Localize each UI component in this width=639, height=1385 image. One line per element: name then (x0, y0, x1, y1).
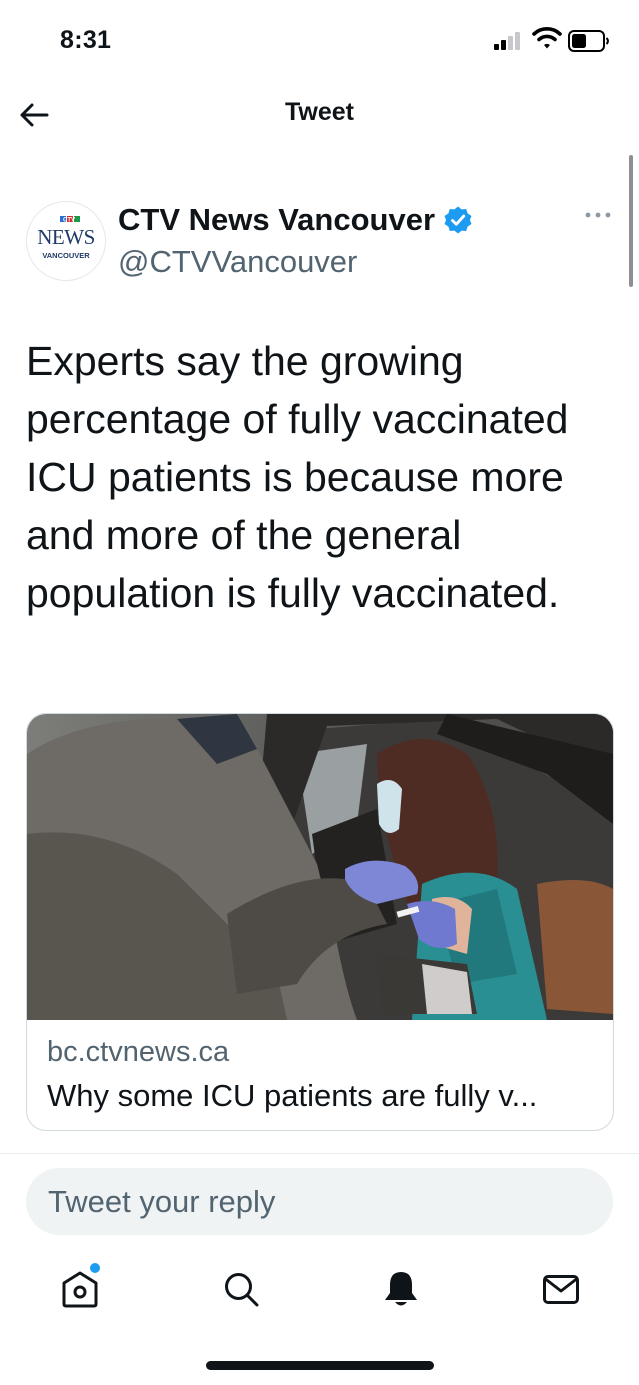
author-name-row[interactable]: CTV News Vancouver (118, 200, 473, 240)
link-card-domain[interactable]: bc.ctvnews.ca (47, 1036, 229, 1069)
tweet-text: Experts say the growing percentage of fu… (26, 338, 569, 616)
author-avatar[interactable]: CTV NEWS VANCOUVER (26, 201, 106, 281)
author-handle[interactable]: @CTVVancouver (118, 244, 357, 280)
avatar-brand-main: NEWS (37, 225, 95, 249)
home-icon (62, 1271, 98, 1308)
status-time: 8:31 (60, 26, 112, 54)
verified-badge-icon (444, 206, 472, 234)
tab-search[interactable] (220, 1268, 262, 1310)
link-card-image (27, 714, 613, 1020)
messages-mail-icon (543, 1275, 579, 1304)
ctv-news-vancouver-logo: CTV NEWS VANCOUVER (37, 216, 95, 260)
avatar-brand-top: CTV (63, 218, 75, 224)
home-notification-dot (90, 1263, 100, 1273)
cellular-signal-icon (494, 32, 520, 50)
reply-input[interactable] (26, 1168, 613, 1235)
divider (0, 1153, 639, 1154)
home-indicator (206, 1361, 434, 1370)
page-title: Tweet (285, 98, 354, 126)
notifications-bell-icon (385, 1272, 417, 1306)
wifi-icon (532, 27, 562, 49)
search-icon (225, 1273, 259, 1307)
avatar-brand-sub: VANCOUVER (42, 251, 90, 260)
battery-icon (568, 30, 609, 52)
more-options-icon[interactable] (583, 207, 613, 223)
tab-home[interactable] (59, 1268, 101, 1310)
link-card-title[interactable]: Why some ICU patients are fully v... (47, 1078, 595, 1114)
tab-messages[interactable] (540, 1268, 582, 1310)
tab-notifications[interactable] (380, 1268, 422, 1310)
scrollbar[interactable] (629, 155, 633, 287)
author-name[interactable]: CTV News Vancouver (118, 202, 435, 238)
link-card[interactable]: bc.ctvnews.ca Why some ICU patients are … (26, 713, 614, 1131)
